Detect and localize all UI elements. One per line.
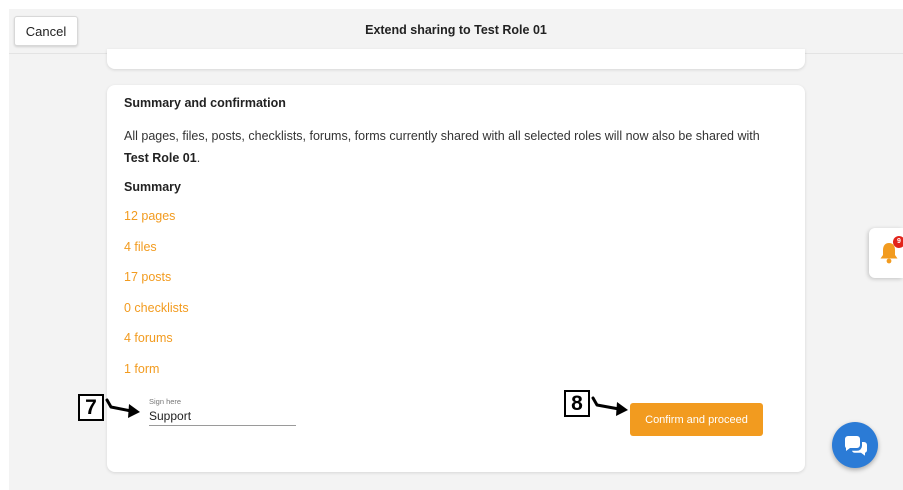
summary-item-checklists[interactable]: 0 checklists <box>124 301 189 332</box>
summary-confirmation-heading: Summary and confirmation <box>124 96 286 110</box>
summary-item-forms[interactable]: 1 form <box>124 362 189 393</box>
signature-label: Sign here <box>149 397 182 406</box>
modal-frame: Cancel Extend sharing to Test Role 01 Su… <box>9 9 903 490</box>
step-7-arrow <box>105 398 140 418</box>
step-8-arrow <box>591 396 628 416</box>
signature-input[interactable] <box>149 408 296 426</box>
sharing-description: All pages, files, posts, checklists, for… <box>124 125 784 169</box>
confirm-and-proceed-button[interactable]: Confirm and proceed <box>630 403 763 436</box>
summary-list: 12 pages 4 files 17 posts 0 checklists 4… <box>124 209 189 392</box>
top-bar: Cancel Extend sharing to Test Role 01 <box>9 9 903 54</box>
page-title: Extend sharing to Test Role 01 <box>365 23 547 37</box>
role-name: Test Role 01 <box>124 151 197 165</box>
chat-button[interactable] <box>832 422 878 468</box>
summary-item-pages[interactable]: 12 pages <box>124 209 189 240</box>
previous-card <box>107 49 805 69</box>
summary-heading: Summary <box>124 180 181 194</box>
chat-bubbles-icon <box>844 436 867 456</box>
summary-card: Summary and confirmation All pages, file… <box>107 85 805 472</box>
summary-item-forums[interactable]: 4 forums <box>124 331 189 362</box>
summary-item-posts[interactable]: 17 posts <box>124 270 189 301</box>
notifications-tab[interactable]: 9 <box>869 228 903 278</box>
summary-item-files[interactable]: 4 files <box>124 240 189 271</box>
step-8-marker: 8 <box>564 390 590 417</box>
notification-badge: 9 <box>893 236 903 248</box>
step-7-marker: 7 <box>78 394 104 421</box>
description-end: . <box>196 151 201 165</box>
signature-field: Sign here <box>149 397 296 426</box>
description-text: All pages, files, posts, checklists, for… <box>124 129 760 143</box>
